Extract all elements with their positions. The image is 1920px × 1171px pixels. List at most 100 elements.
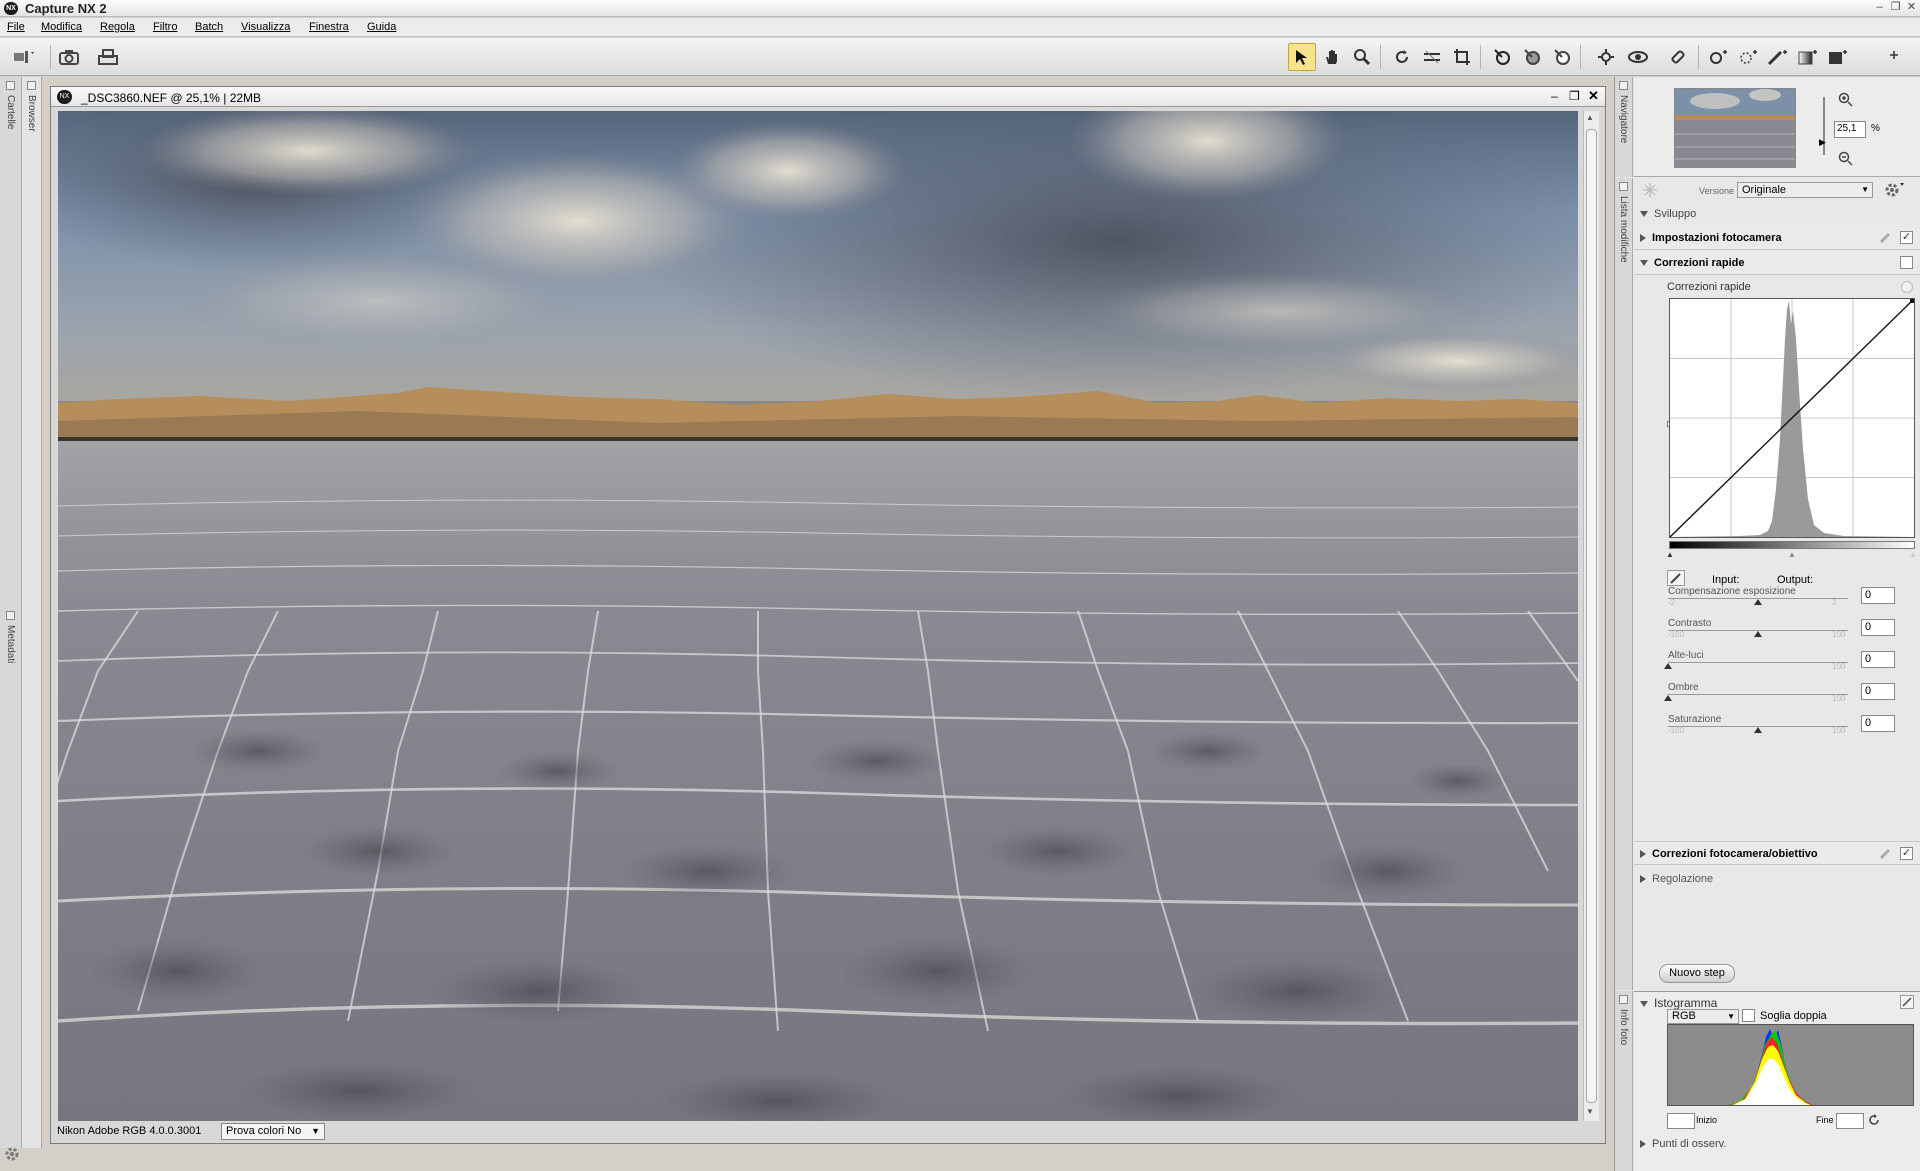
scroll-up-icon[interactable]: ▲: [1586, 113, 1594, 122]
tab-metadata[interactable]: Metadati: [5, 625, 16, 663]
tab-browser[interactable]: Browser: [26, 95, 37, 132]
soft-proof-dropdown[interactable]: Prova colori No ▼: [221, 1123, 325, 1140]
tab-navigator[interactable]: Navigatore: [1618, 95, 1629, 143]
camera-icon[interactable]: [55, 43, 83, 71]
hand-tool-icon[interactable]: [1318, 43, 1346, 71]
slider-thumb[interactable]: [1664, 663, 1672, 669]
menu-batch[interactable]: Batch: [195, 21, 223, 33]
menu-finestra[interactable]: Finestra: [309, 21, 349, 33]
section-adjust[interactable]: Regolazione: [1634, 869, 1920, 889]
menu-file[interactable]: File: [7, 21, 25, 33]
restore-button[interactable]: ❐: [1888, 0, 1903, 15]
quick-fix-radio[interactable]: [1901, 281, 1913, 293]
neutral-control-point-icon[interactable]: [1518, 43, 1546, 71]
straighten-icon[interactable]: [1418, 43, 1446, 71]
link-icon[interactable]: [1878, 231, 1892, 248]
red-eye-icon[interactable]: [1592, 43, 1620, 71]
pin-icon[interactable]: [1619, 182, 1628, 191]
end-input[interactable]: [1836, 1113, 1864, 1129]
pin-icon[interactable]: [27, 81, 36, 90]
camera-settings-checkbox[interactable]: ✓: [1900, 231, 1913, 244]
quick-fix-checkbox[interactable]: [1900, 256, 1913, 269]
pin-icon[interactable]: [1619, 995, 1628, 1004]
menu-modifica[interactable]: Modifica: [41, 21, 82, 33]
lens-corrections-checkbox[interactable]: ✓: [1900, 847, 1913, 860]
section-camera-settings[interactable]: Impostazioni fotocamera ✓: [1634, 226, 1920, 250]
double-threshold-checkbox[interactable]: [1742, 1009, 1755, 1022]
reset-icon[interactable]: [1867, 1113, 1881, 1130]
slider-value-input[interactable]: 0: [1861, 651, 1895, 668]
auto-retouch-brush-icon[interactable]: [1664, 43, 1692, 71]
workspace-icon[interactable]: [10, 43, 38, 71]
start-input[interactable]: [1667, 1113, 1695, 1129]
link-icon[interactable]: [1878, 847, 1892, 864]
histogram-panel: Istogramma RGB ▼ Soglia doppia Inizio Fi…: [1634, 991, 1920, 1171]
section-quick-fix[interactable]: Correzioni rapide: [1634, 251, 1920, 275]
crop-icon[interactable]: [1448, 43, 1476, 71]
menu-regola[interactable]: Regola: [100, 21, 135, 33]
slider-label: Saturazione: [1668, 714, 1722, 725]
toolbar-overflow-icon[interactable]: [1880, 43, 1908, 71]
slider-value-input[interactable]: 0: [1861, 619, 1895, 636]
navigator-thumbnail[interactable]: [1674, 88, 1796, 168]
scroll-thumb[interactable]: [1586, 129, 1597, 1103]
doc-minimize-button[interactable]: –: [1551, 89, 1558, 103]
lasso-selection-icon[interactable]: [1704, 43, 1732, 71]
gear-icon[interactable]: [1884, 181, 1904, 202]
slider-track[interactable]: [1668, 694, 1848, 695]
pin-icon[interactable]: [6, 611, 15, 620]
slider-thumb[interactable]: [1664, 695, 1672, 701]
zoom-out-icon[interactable]: [1838, 151, 1854, 170]
tab-photo-info[interactable]: Info foto: [1618, 1009, 1629, 1045]
menu-guida[interactable]: Guida: [367, 21, 396, 33]
slider-value-input[interactable]: 0: [1861, 587, 1895, 604]
selection-gradient-icon[interactable]: [1794, 43, 1822, 71]
slider-track[interactable]: [1668, 662, 1848, 663]
white-control-point-icon[interactable]: [1548, 43, 1576, 71]
section-sviluppo[interactable]: Sviluppo: [1634, 204, 1920, 224]
black-control-point-icon[interactable]: [1488, 43, 1516, 71]
slider-thumb[interactable]: [1754, 631, 1762, 637]
doc-maximize-button[interactable]: ❐: [1569, 89, 1580, 103]
doc-close-button[interactable]: ✕: [1588, 88, 1599, 104]
slider-value-input[interactable]: 0: [1861, 683, 1895, 700]
new-step-button[interactable]: Nuovo step: [1659, 964, 1735, 983]
zoom-input[interactable]: 25,1: [1834, 121, 1866, 138]
zoom-slider-thumb[interactable]: ▶: [1819, 137, 1826, 148]
pin-icon[interactable]: [1619, 81, 1628, 90]
black-point-slider[interactable]: ▲: [1666, 550, 1674, 559]
close-button[interactable]: ✕: [1904, 0, 1919, 15]
app-logo-icon: NX: [4, 2, 18, 15]
midpoint-slider[interactable]: ▲: [1788, 550, 1796, 559]
direct-select-tool-icon[interactable]: [1288, 43, 1316, 71]
settings-gear-icon[interactable]: [3, 1145, 21, 1166]
minimize-button[interactable]: –: [1872, 0, 1887, 15]
fill-remove-icon[interactable]: [1824, 43, 1852, 71]
scroll-down-icon[interactable]: ▼: [1586, 1107, 1594, 1116]
slider-value-input[interactable]: 0: [1861, 715, 1895, 732]
marquee-selection-icon[interactable]: [1734, 43, 1762, 71]
tab-folders[interactable]: Cartelle: [5, 95, 16, 129]
section-lens-corrections[interactable]: Correzioni fotocamera/obiettivo ✓: [1634, 841, 1920, 865]
menu-visualizza[interactable]: Visualizza: [241, 21, 290, 33]
eyedropper-icon[interactable]: [1667, 570, 1685, 586]
white-point-slider[interactable]: ▲: [1909, 550, 1917, 559]
tab-edit-list[interactable]: Lista modifiche: [1618, 196, 1629, 263]
zoom-tool-icon[interactable]: [1348, 43, 1376, 71]
version-dropdown[interactable]: Originale ▼: [1737, 182, 1873, 198]
slider-thumb[interactable]: [1754, 727, 1762, 733]
collapse-triangle-icon: [1640, 1000, 1648, 1007]
pin-icon[interactable]: [6, 81, 15, 90]
tone-curve[interactable]: [1669, 298, 1915, 538]
rotate-icon[interactable]: [1388, 43, 1416, 71]
channel-dropdown[interactable]: RGB ▼: [1667, 1009, 1739, 1024]
histogram-eyedropper-icon[interactable]: [1900, 995, 1914, 1009]
vertical-scrollbar[interactable]: ▲ ▼: [1583, 111, 1599, 1121]
eye-icon[interactable]: [1624, 43, 1652, 71]
zoom-in-icon[interactable]: [1838, 92, 1854, 111]
menu-filtro[interactable]: Filtro: [153, 21, 177, 33]
selection-brush-icon[interactable]: [1764, 43, 1792, 71]
print-icon[interactable]: [94, 43, 122, 71]
photo-canvas[interactable]: [58, 111, 1578, 1121]
slider-thumb[interactable]: [1754, 599, 1762, 605]
